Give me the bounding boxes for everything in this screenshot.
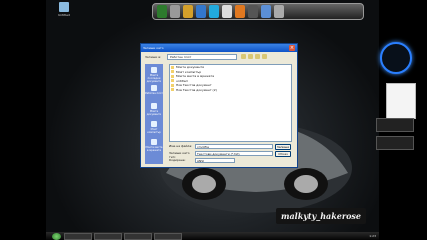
recent-documents-icon: [151, 67, 157, 73]
logo-banner: malkyty_hakerose: [276, 208, 366, 224]
place-label: Моите последни документи: [146, 74, 162, 83]
documents-icon: [151, 103, 157, 109]
dock-toolbar: [152, 3, 364, 20]
desktop-icon[interactable]: Untitled: [54, 2, 74, 17]
cancel-button[interactable]: Отказ: [275, 151, 291, 157]
places-bar: Моите последни документи Работен плот Мо…: [145, 64, 163, 164]
taskbar-item[interactable]: [94, 232, 122, 240]
encoding-label: Кодиране:: [169, 158, 186, 162]
dock-app-icon[interactable]: [235, 5, 245, 18]
view-menu-icon[interactable]: [262, 54, 267, 59]
clock-gadget: [380, 42, 412, 74]
dock-app-icon[interactable]: [170, 5, 180, 18]
dock-app-icon[interactable]: [209, 5, 219, 18]
desktop-icon: [151, 85, 157, 91]
letterbox-left: [0, 0, 46, 240]
system-tray-clock: 1:23: [369, 234, 376, 238]
up-folder-icon[interactable]: [248, 54, 253, 59]
place-desktop[interactable]: Работен плот: [145, 82, 163, 100]
file-item[interactable]: Нов Текстов документ (2): [170, 88, 291, 93]
close-icon[interactable]: ×: [289, 45, 295, 51]
dock-app-icon[interactable]: [157, 5, 167, 18]
dock-app-icon[interactable]: [222, 5, 232, 18]
back-icon[interactable]: [241, 54, 246, 59]
cpu-meter-gadget: [376, 118, 414, 132]
start-button[interactable]: [52, 232, 61, 240]
taskbar-item[interactable]: [64, 232, 92, 240]
dock-app-icon[interactable]: [196, 5, 206, 18]
place-label: Работен плот: [145, 92, 163, 95]
place-label: Моят компютър: [147, 128, 161, 134]
computer-icon: [151, 121, 157, 127]
filename-input[interactable]: cmd.file: [195, 144, 273, 149]
taskbar-item[interactable]: [154, 232, 182, 240]
save-as-dialog: Запиши като × Запиши в: Работен плот Мои…: [140, 43, 298, 168]
place-label: Моите места в мрежата: [145, 146, 163, 152]
network-meter-gadget: [376, 136, 414, 150]
dock-app-icon[interactable]: [261, 5, 271, 18]
place-network[interactable]: Моите места в мрежата: [145, 136, 163, 154]
place-label: Моите документи: [146, 110, 162, 116]
save-button[interactable]: Запиши: [275, 144, 291, 150]
file-list: Моите документи Моят компютър Моите мест…: [169, 64, 292, 142]
place-my-documents[interactable]: Моите документи: [145, 100, 163, 118]
calendar-gadget: [386, 83, 416, 119]
dock-app-icon[interactable]: [248, 5, 258, 18]
screen: Untitled malkyty_hakerose Запиши като × …: [0, 0, 427, 240]
filename-label: Име на файла:: [169, 144, 193, 148]
taskbar-item[interactable]: [124, 232, 152, 240]
encoding-select[interactable]: ANSI: [195, 158, 235, 163]
dialog-toolbar: Запиши в: Работен плот: [141, 52, 297, 62]
desktop-icon-label: Untitled: [58, 13, 70, 17]
dock-app-icon[interactable]: [274, 5, 284, 18]
save-in-dropdown[interactable]: Работен плот: [167, 54, 237, 60]
desktop: Untitled malkyty_hakerose Запиши като × …: [46, 0, 416, 240]
file-icon: [59, 2, 69, 12]
dialog-title: Запиши като: [143, 46, 164, 50]
dock-app-icon[interactable]: [183, 5, 193, 18]
new-folder-icon[interactable]: [255, 54, 260, 59]
save-in-label: Запиши в:: [145, 55, 162, 59]
taskbar: 1:23: [46, 232, 379, 240]
dialog-title-bar[interactable]: Запиши като ×: [141, 44, 297, 52]
filetype-select[interactable]: Текстови документи (*.txt): [195, 151, 273, 156]
network-icon: [151, 139, 157, 145]
place-recent[interactable]: Моите последни документи: [145, 64, 163, 83]
place-my-computer[interactable]: Моят компютър: [145, 118, 163, 136]
